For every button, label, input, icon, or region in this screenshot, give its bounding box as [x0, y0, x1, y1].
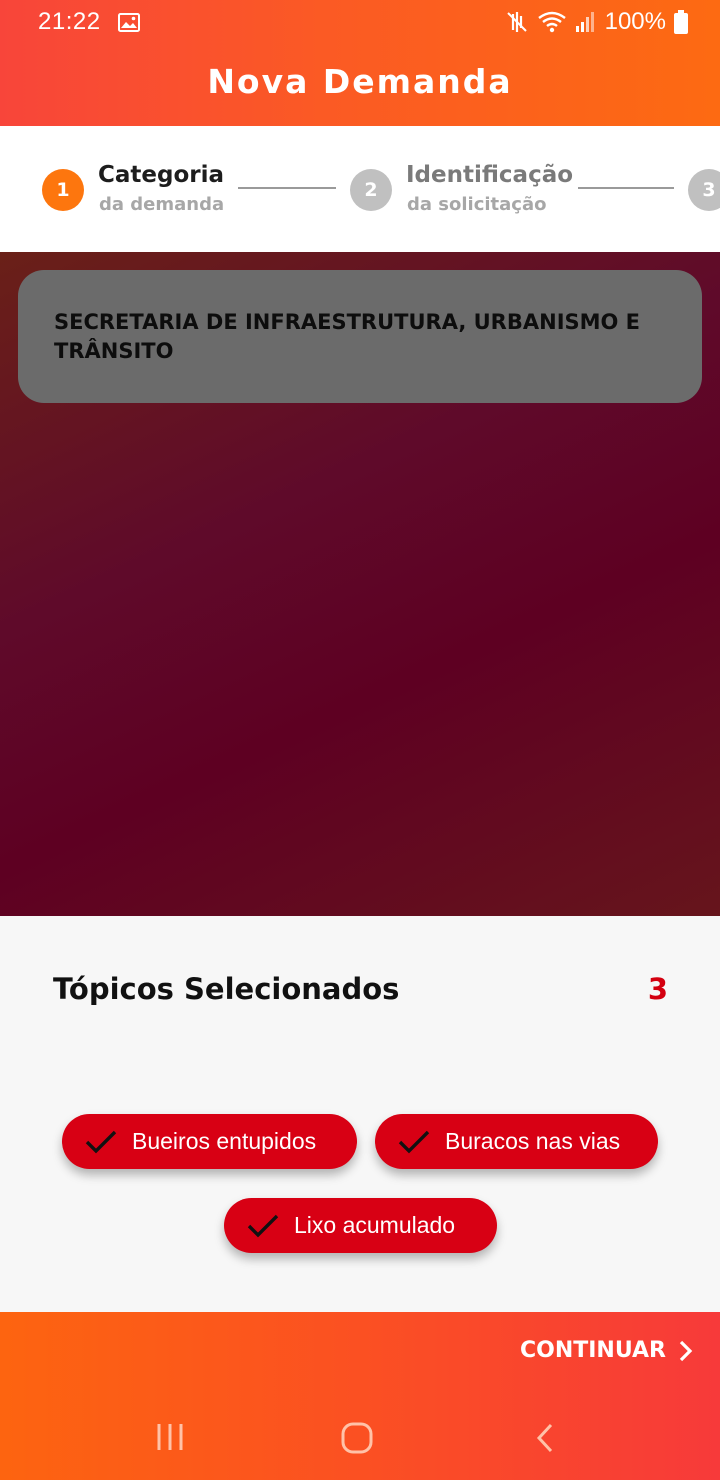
- step-1-number[interactable]: 1: [42, 169, 84, 211]
- home-icon: [341, 1422, 373, 1454]
- category-name: SECRETARIA DE INFRAESTRUTURA, URBANISMO …: [54, 310, 641, 363]
- check-icon: [398, 1130, 430, 1153]
- mute-icon: [505, 10, 529, 34]
- page-title: Nova Demanda: [207, 62, 513, 101]
- check-icon: [85, 1130, 117, 1153]
- step-1-subtitle: da demanda: [99, 194, 225, 215]
- step-connector: [578, 187, 674, 189]
- step-2-title: Identificação: [406, 162, 574, 188]
- selected-topics-title: Tópicos Selecionados: [53, 972, 400, 1006]
- chevron-right-icon: [679, 1340, 693, 1361]
- topic-label: Lixo acumulado: [294, 1212, 456, 1238]
- step-connector: [238, 187, 336, 189]
- selected-topics-count: 3: [647, 972, 668, 1006]
- step-1-title: Categoria: [98, 162, 225, 188]
- app-header: 21:22 100% Nova Demanda: [0, 0, 720, 126]
- battery-icon: [674, 10, 688, 34]
- recents-button[interactable]: [156, 1422, 184, 1457]
- continue-button[interactable]: CONTINUAR: [520, 1338, 694, 1363]
- step-2-number[interactable]: 2: [350, 169, 392, 211]
- gallery-icon: [118, 11, 140, 39]
- step-2-subtitle: da solicitação: [407, 194, 547, 215]
- recents-icon: [157, 1424, 183, 1450]
- back-button[interactable]: [534, 1422, 556, 1459]
- content-area: SECRETARIA DE INFRAESTRUTURA, URBANISMO …: [0, 252, 720, 916]
- status-time: 21:22: [38, 8, 101, 35]
- bottom-bar: CONTINUAR: [0, 1312, 720, 1480]
- step-3-number[interactable]: 3: [688, 169, 720, 211]
- back-icon: [536, 1423, 553, 1453]
- home-button[interactable]: [340, 1422, 374, 1459]
- category-card[interactable]: SECRETARIA DE INFRAESTRUTURA, URBANISMO …: [18, 270, 702, 403]
- status-bar: 21:22 100%: [0, 0, 720, 44]
- check-icon: [247, 1214, 279, 1237]
- topic-label: Buracos nas vias: [445, 1128, 621, 1154]
- topic-chip-bueiros[interactable]: Bueiros entupidos: [62, 1114, 357, 1169]
- topic-label: Bueiros entupidos: [132, 1128, 317, 1154]
- battery-percent: 100%: [604, 8, 666, 35]
- topic-chip-lixo[interactable]: Lixo acumulado: [224, 1198, 497, 1253]
- topic-chip-buracos[interactable]: Buracos nas vias: [375, 1114, 658, 1169]
- wifi-icon: [537, 10, 567, 34]
- continue-label: CONTINUAR: [519, 1338, 666, 1363]
- signal-icon: [575, 11, 597, 33]
- selected-topics-sheet: Tópicos Selecionados 3 Bueiros entupidos…: [0, 916, 720, 1312]
- stepper: 1 Categoria da demanda 2 Identificação d…: [0, 126, 720, 252]
